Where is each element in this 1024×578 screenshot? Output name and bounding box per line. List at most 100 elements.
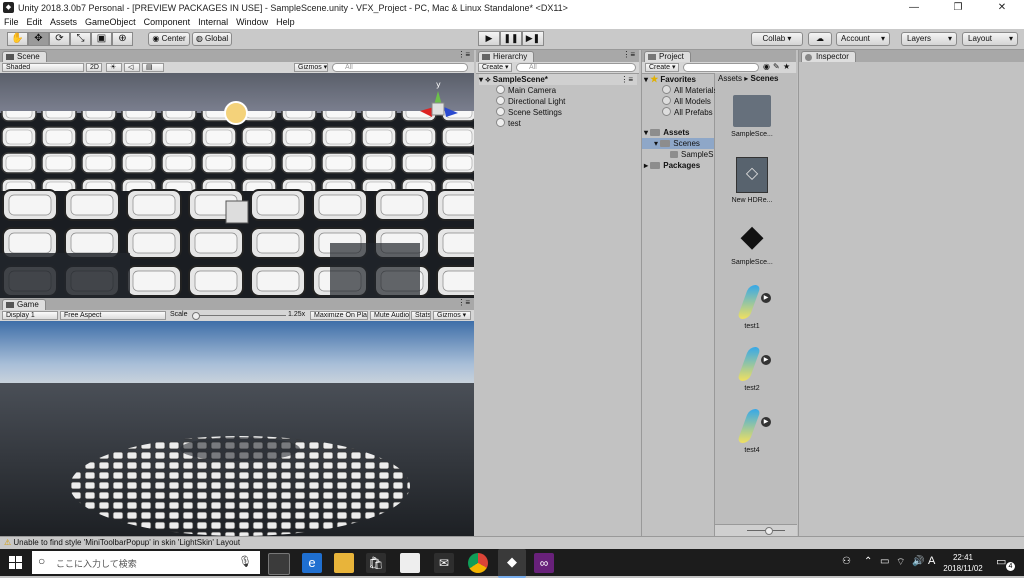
visual-studio-icon[interactable]: ∞ — [534, 553, 554, 573]
scene-viewport[interactable]: y — [0, 73, 474, 298]
clock[interactable]: 22:41 2018/11/02 — [940, 552, 986, 574]
camera-gizmo-icon[interactable] — [225, 200, 249, 224]
asset-item[interactable]: ◇ New HDRe... — [721, 157, 783, 204]
lighting-toggle[interactable]: ☀ — [106, 63, 122, 72]
directional-light-gizmo[interactable] — [224, 101, 248, 125]
volume-icon[interactable]: 🔊 — [912, 556, 924, 567]
tab-scene[interactable]: Scene — [2, 51, 47, 62]
asset-item[interactable]: ◆ SampleSce... — [721, 219, 783, 266]
layout-dropdown[interactable]: Layout ▾ — [962, 32, 1018, 46]
menu-component[interactable]: Component — [140, 17, 195, 27]
favorites-section[interactable]: ▾ ★ Favorites — [644, 74, 696, 85]
aspect-dropdown[interactable]: Free Aspect — [60, 311, 166, 320]
menu-assets[interactable]: Assets — [46, 17, 81, 27]
mail-icon[interactable]: ✉ — [434, 553, 454, 573]
assets-folder[interactable]: ▾ Assets — [644, 127, 690, 138]
breadcrumb-scenes[interactable]: Scenes — [750, 74, 778, 83]
maximize-on-play-toggle[interactable]: Maximize On Play — [310, 311, 368, 320]
favorite-star-icon[interactable]: ★ — [783, 62, 790, 71]
toggle-2d[interactable]: 2D — [86, 63, 102, 72]
panel-menu-icon[interactable]: ⋮≡ — [457, 298, 470, 307]
people-icon[interactable]: ⚇ — [842, 556, 851, 567]
hierarchy-item[interactable]: test — [496, 118, 521, 129]
status-bar[interactable]: ⚠ Unable to find style 'MiniToolbarPopup… — [0, 536, 1024, 549]
icon-size-thumb[interactable] — [765, 527, 773, 535]
collab-button[interactable]: Collab ▾ — [751, 32, 803, 46]
rect-tool-icon[interactable]: ▣ — [91, 32, 112, 46]
icon-size-slider[interactable] — [747, 527, 785, 535]
mute-audio-toggle[interactable]: Mute Audio — [370, 311, 410, 320]
tab-game[interactable]: Game — [2, 299, 46, 310]
game-gizmos-dropdown[interactable]: Gizmos ▾ — [433, 311, 471, 320]
network-icon[interactable]: ⌔ — [896, 556, 905, 569]
menu-window[interactable]: Window — [232, 17, 272, 27]
menu-gameobject[interactable]: GameObject — [81, 17, 140, 27]
asset-item[interactable]: ▶ test1 — [721, 283, 783, 330]
effects-dropdown[interactable]: ▤ — [142, 63, 164, 72]
favorite-item[interactable]: All Prefabs — [662, 107, 713, 118]
layers-dropdown[interactable]: Layers ▾ — [901, 32, 957, 46]
asset-item[interactable]: SampleSce... — [721, 95, 783, 138]
filter-type-icon[interactable]: ◉ — [763, 62, 770, 71]
hierarchy-create-dropdown[interactable]: Create ▾ — [478, 63, 512, 72]
breadcrumb-assets[interactable]: Assets — [718, 74, 742, 83]
edge-browser-icon[interactable]: e — [302, 553, 322, 573]
space-toggle[interactable]: ◍ Global — [192, 32, 232, 46]
move-tool-icon[interactable]: ✥ — [28, 32, 49, 46]
play-button[interactable]: ▶ — [478, 31, 500, 46]
favorite-item[interactable]: All Materials — [662, 85, 718, 96]
hierarchy-item[interactable]: Directional Light — [496, 96, 565, 107]
close-icon[interactable]: ✕ — [980, 0, 1024, 15]
menu-file[interactable]: File — [0, 17, 23, 27]
pivot-toggle[interactable]: ◉ Center — [148, 32, 190, 46]
windows-start-icon[interactable] — [9, 556, 22, 569]
hierarchy-search-input[interactable]: All — [516, 63, 636, 72]
shading-dropdown[interactable]: Shaded — [2, 63, 84, 72]
stats-toggle[interactable]: Stats — [411, 311, 431, 320]
app-icon[interactable] — [400, 553, 420, 573]
hand-tool-icon[interactable]: ✋ — [7, 32, 28, 46]
scale-slider-thumb[interactable] — [192, 312, 200, 320]
hierarchy-item[interactable]: Scene Settings — [496, 107, 562, 118]
menu-help[interactable]: Help — [272, 17, 299, 27]
taskbar-search-box[interactable]: ○ ここに入力して検索 🎙 — [32, 551, 260, 574]
scale-slider[interactable] — [192, 312, 286, 320]
tab-project[interactable]: Project — [644, 51, 691, 62]
scene-asset-item[interactable]: SampleS — [670, 149, 713, 160]
scene-menu-icon[interactable]: ⋮≡ — [620, 74, 633, 85]
audio-toggle[interactable]: ◁ — [124, 63, 140, 72]
scale-tool-icon[interactable]: ⤡ — [70, 32, 91, 46]
pause-button[interactable]: ❚❚ — [500, 31, 522, 46]
step-button[interactable]: ▶❚ — [522, 31, 544, 46]
project-search-input[interactable] — [683, 63, 759, 72]
account-dropdown[interactable]: Account ▾ — [836, 32, 890, 46]
favorite-item[interactable]: All Models — [662, 96, 711, 107]
packages-folder[interactable]: ▸ Packages — [644, 160, 700, 171]
file-explorer-icon[interactable] — [334, 553, 354, 573]
scene-search-input[interactable]: All — [332, 63, 468, 72]
hierarchy-item[interactable]: Main Camera — [496, 85, 556, 96]
chrome-icon[interactable] — [468, 553, 488, 573]
ime-indicator[interactable]: A — [928, 555, 935, 567]
menu-internal[interactable]: Internal — [194, 17, 232, 27]
tab-hierarchy[interactable]: Hierarchy — [478, 51, 535, 62]
asset-item[interactable]: ▶ test2 — [721, 345, 783, 392]
display-dropdown[interactable]: Display 1 — [2, 311, 58, 320]
scenes-folder[interactable]: ▾ Scenes — [642, 138, 714, 149]
scene-root[interactable]: ▾ ⟡ SampleScene* ⋮≡ — [479, 74, 637, 85]
minimize-icon[interactable]: — — [892, 0, 936, 15]
filter-label-icon[interactable]: ✎ — [773, 62, 780, 71]
project-create-dropdown[interactable]: Create ▾ — [645, 63, 679, 72]
tab-inspector[interactable]: Inspector — [801, 51, 856, 62]
rotate-tool-icon[interactable]: ⟳ — [49, 32, 70, 46]
panel-menu-icon[interactable]: ⋮≡ — [457, 50, 470, 59]
game-viewport[interactable] — [0, 321, 474, 536]
menu-edit[interactable]: Edit — [23, 17, 47, 27]
scene-gizmos-dropdown[interactable]: Gizmos ▾ — [294, 63, 328, 72]
notification-center-icon[interactable]: ▭ 4 — [996, 555, 1015, 571]
chevron-up-icon[interactable]: ⌃ — [864, 556, 872, 567]
panel-menu-icon[interactable]: ⋮≡ — [622, 50, 635, 59]
maximize-icon[interactable]: ❐ — [936, 0, 980, 15]
transform-tool-icon[interactable]: ⊕ — [112, 32, 133, 46]
cloud-button[interactable]: ☁ — [808, 32, 832, 46]
